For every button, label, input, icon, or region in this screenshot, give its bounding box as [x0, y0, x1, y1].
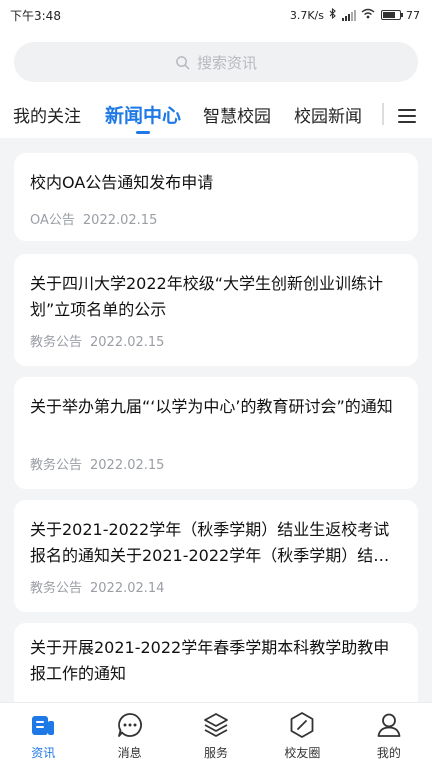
search-bar[interactable]: 搜索资讯	[14, 42, 418, 82]
nav-label: 校友圈	[284, 746, 321, 760]
battery-icon	[381, 10, 403, 20]
news-card[interactable]: 关于开展2021-2022学年春季学期本科教学助教申报工作的通知	[14, 623, 418, 702]
menu-icon[interactable]	[396, 107, 418, 125]
network-speed: 3.7K/s	[289, 8, 324, 22]
compass-icon	[291, 712, 314, 738]
tab-smart-campus[interactable]: 智慧校园	[203, 92, 271, 136]
news-title: 关于开展2021-2022学年春季学期本科教学助教申报工作的通知	[30, 638, 390, 683]
news-meta: 教务公告 2022.02.15	[30, 454, 164, 473]
news-meta: 教务公告 2022.02.14	[30, 577, 164, 596]
tab-following[interactable]: 我的关注	[13, 92, 81, 136]
news-title: 关于2021-2022学年（秋季学期）结业生返校考试报名的通知关于2021-20…	[30, 520, 390, 565]
search-placeholder: 搜索资讯	[196, 53, 257, 72]
nav-profile[interactable]: 我的	[346, 703, 432, 768]
news-title: 关于举办第九届“‘以学为中心’的教育研讨会”的通知	[30, 397, 393, 416]
news-card[interactable]: 校内OA公告通知发布申请 OA公告 2022.02.15	[14, 153, 418, 241]
nav-messages[interactable]: 消息	[86, 703, 172, 768]
nav-label: 消息	[117, 746, 142, 760]
news-list: 校内OA公告通知发布申请 OA公告 2022.02.15 关于四川大学2022年校…	[14, 138, 418, 702]
news-title: 关于四川大学2022年校级“大学生创新创业训练计划”立项名单的公示	[30, 274, 384, 319]
tab-campus-news[interactable]: 校园新闻	[294, 92, 362, 136]
news-meta: OA公告 2022.02.15	[30, 209, 157, 228]
battery-percent: 77	[406, 8, 420, 22]
status-bar: 下午3:48 3.7K/s 77	[0, 0, 432, 30]
nav-label: 资讯	[31, 746, 56, 760]
wifi-icon	[361, 8, 375, 22]
user-icon	[377, 713, 401, 737]
search-icon	[176, 55, 190, 69]
bottom-nav: 资讯 消息 服务 校友圈 我的	[0, 702, 432, 768]
nav-news[interactable]: 资讯	[0, 703, 86, 768]
nav-services[interactable]: 服务	[173, 703, 259, 768]
news-card[interactable]: 关于举办第九届“‘以学为中心’的教育研讨会”的通知 教务公告 2022.02.15	[14, 377, 418, 489]
news-icon	[32, 716, 55, 735]
status-icons: 3.7K/s 77	[289, 7, 420, 22]
message-icon	[117, 713, 142, 737]
news-category: 教务公告	[30, 458, 83, 473]
news-category: OA公告	[30, 213, 75, 228]
news-date: 2022.02.15	[90, 458, 165, 473]
tab-bar: 我的关注 新闻中心 智慧校园 校园新闻	[0, 92, 432, 136]
nav-label: 服务	[204, 746, 229, 760]
news-card[interactable]: 关于四川大学2022年校级“大学生创新创业训练计划”立项名单的公示 教务公告 20…	[14, 254, 418, 366]
news-title: 校内OA公告通知发布申请	[30, 173, 214, 192]
tab-divider	[382, 103, 384, 125]
news-date: 2022.02.15	[82, 213, 158, 228]
news-category: 教务公告	[30, 581, 83, 596]
status-time: 下午3:48	[10, 8, 61, 23]
news-meta: 教务公告 2022.02.15	[30, 331, 164, 350]
nav-label: 我的	[376, 746, 401, 760]
signal-icon	[342, 9, 356, 21]
news-category: 教务公告	[30, 335, 83, 350]
news-date: 2022.02.14	[90, 581, 165, 596]
layers-icon	[204, 713, 228, 737]
news-date: 2022.02.15	[90, 335, 165, 350]
news-card[interactable]: 关于2021-2022学年（秋季学期）结业生返校考试报名的通知关于2021-20…	[14, 500, 418, 612]
bluetooth-icon	[329, 7, 337, 22]
tab-news-center[interactable]: 新闻中心	[105, 92, 181, 136]
nav-alumni[interactable]: 校友圈	[259, 703, 345, 768]
